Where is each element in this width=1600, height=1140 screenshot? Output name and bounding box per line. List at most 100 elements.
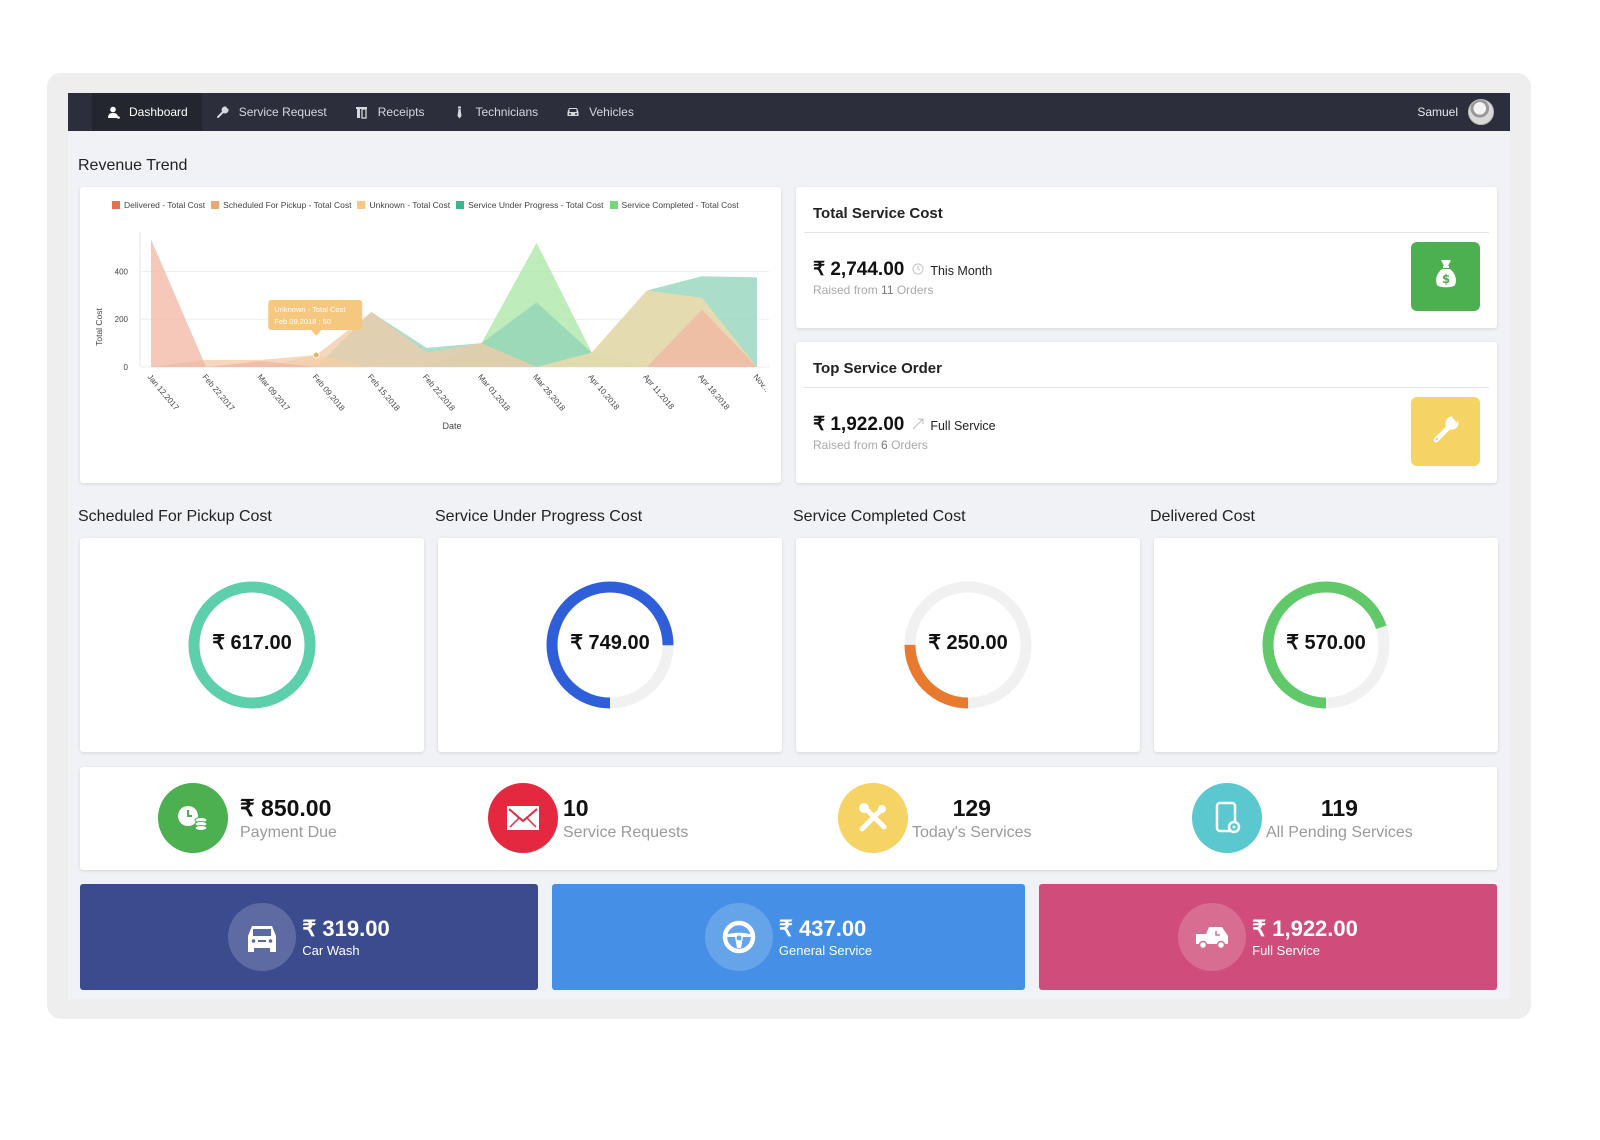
nav-item-technicians[interactable]: Technicians <box>438 93 552 131</box>
tooltip-series: Unknown - Total Cost <box>274 305 346 314</box>
service-card-full-service[interactable]: ₹ 1,922.00 Full Service <box>1039 884 1497 990</box>
orders-count: 6 <box>881 438 888 452</box>
sub-prefix: Raised from <box>813 438 878 452</box>
x-tick-label: Mar 09,2017 <box>256 373 292 414</box>
top-nav-bar: Dashboard Service Request Receipts Techn… <box>68 93 1510 131</box>
wrench-icon <box>216 105 230 119</box>
x-tick-label: Jan 12,2017 <box>145 373 181 413</box>
mail-icon <box>488 783 558 853</box>
donut-title-under-progress: Service Under Progress Cost <box>435 508 643 525</box>
stat-value: 129 <box>952 794 991 821</box>
x-tick-label: Feb 22,2017 <box>201 373 237 414</box>
stat-label: Service Requests <box>563 823 689 841</box>
divider <box>804 232 1489 233</box>
stat-label: Payment Due <box>240 823 337 841</box>
stat-value: ₹ 850.00 <box>240 794 332 821</box>
service-card-label: Car Wash <box>302 943 360 958</box>
service-card-general-service[interactable]: ₹ 437.00 General Service <box>552 884 1025 990</box>
van-icon <box>1178 903 1247 971</box>
donut-value: ₹ 749.00 <box>570 632 650 654</box>
wrench-badge <box>1411 397 1480 466</box>
donut-card-delivered: ₹ 570.00 <box>1154 538 1498 752</box>
avatar[interactable] <box>1468 99 1494 125</box>
stat-label: All Pending Services <box>1266 823 1413 841</box>
sub-suffix: Orders <box>891 438 928 452</box>
donut-card-under-progress: ₹ 749.00 <box>438 538 782 752</box>
user-name: Samuel <box>1417 105 1458 119</box>
service-card-value: ₹ 319.00 <box>302 916 390 941</box>
stats-card: ₹ 850.00 Payment Due 10 Service Requests… <box>80 767 1497 870</box>
car-icon <box>566 105 580 119</box>
donut-card-scheduled: ₹ 617.00 <box>80 538 424 752</box>
top-service-order-amount: ₹ 1,922.00 <box>813 414 905 435</box>
nav-label: Technicians <box>475 105 539 119</box>
x-tick-label: Feb 15,2018 <box>366 373 402 414</box>
donut-value: ₹ 250.00 <box>928 632 1008 654</box>
x-tick-label: Feb 09,2018 <box>311 373 347 414</box>
x-tick-label: Mar 28,2018 <box>531 373 567 414</box>
technician-icon <box>452 105 466 119</box>
x-tick-label: Feb 22,2018 <box>421 373 457 414</box>
clock-icon <box>912 263 924 278</box>
x-tick-label: Apr 10,2018 <box>586 373 621 413</box>
revenue-trend-card: Delivered - Total Cost Scheduled For Pick… <box>80 187 781 483</box>
service-card-value: ₹ 1,922.00 <box>1252 916 1358 941</box>
app-container: Dashboard Service Request Receipts Techn… <box>68 93 1510 999</box>
donut-value: ₹ 617.00 <box>212 632 292 654</box>
period-label: This Month <box>930 263 993 278</box>
y-tick-label: 0 <box>124 363 129 372</box>
y-tick-label: 200 <box>115 315 129 324</box>
total-service-cost-title: Total Service Cost <box>813 205 943 222</box>
x-tick-label: Apr 11,2018 <box>641 373 676 412</box>
nav-item-vehicles[interactable]: Vehicles <box>552 93 648 131</box>
mobile-settings-icon <box>1192 783 1262 853</box>
donut-card-completed: ₹ 250.00 <box>796 538 1140 752</box>
money-bag-icon: $ <box>1433 258 1459 295</box>
y-tick-label: 400 <box>115 267 129 276</box>
wrench-icon <box>1430 413 1462 450</box>
orders-count: 11 <box>881 283 894 297</box>
tools-icon <box>838 783 908 853</box>
donut-title-scheduled: Scheduled For Pickup Cost <box>78 508 272 525</box>
service-card-car-wash[interactable]: ₹ 319.00 Car Wash <box>80 884 538 990</box>
receipt-icon <box>355 105 369 119</box>
service-card-label: General Service <box>778 943 873 958</box>
steering-wheel-icon <box>704 903 773 971</box>
stat-payment-due[interactable]: ₹ 850.00 Payment Due <box>158 783 337 853</box>
revenue-trend-chart: 0 200 400 Total Cost Jan 12,2017 Feb 22,2017 M… <box>94 232 771 431</box>
payment-clock-icon <box>158 783 228 853</box>
stat-label: Today's Services <box>912 823 1032 841</box>
x-axis-label: Date <box>442 421 461 431</box>
user-icon <box>106 105 120 119</box>
svg-text:$: $ <box>1441 272 1449 286</box>
stat-all-pending-services[interactable]: 119 All Pending Services <box>1192 783 1413 853</box>
y-axis-label: Total Cost <box>94 307 104 345</box>
top-service-order-card: Top Service Order ₹ 1,922.00 Full Servic… <box>796 342 1497 483</box>
x-tick-label: Nov... <box>751 373 771 394</box>
service-label: Full Service <box>930 418 996 433</box>
stat-value: 10 <box>563 794 589 821</box>
nav-label: Receipts <box>377 105 425 119</box>
donut-value: ₹ 570.00 <box>1286 632 1366 654</box>
nav-item-service-request[interactable]: Service Request <box>202 93 341 131</box>
nav-item-dashboard[interactable]: Dashboard <box>92 93 202 131</box>
sub-prefix: Raised from <box>813 283 878 297</box>
x-tick-label: Apr 18,2018 <box>696 373 731 413</box>
car-icon <box>228 903 297 971</box>
revenue-trend-title: Revenue Trend <box>78 157 188 174</box>
stat-todays-services[interactable]: 129 Today's Services <box>838 783 1032 853</box>
user-menu[interactable]: Samuel <box>1417 99 1510 125</box>
nav-label: Service Request <box>238 105 327 119</box>
nav-item-receipts[interactable]: Receipts <box>341 93 439 131</box>
service-card-value: ₹ 437.00 <box>778 916 867 941</box>
divider <box>804 387 1489 388</box>
orders-raised-text: Raised from 11 Orders <box>813 283 934 297</box>
nav-label: Vehicles <box>589 105 634 119</box>
total-service-cost-amount: ₹ 2,744.00 <box>813 259 905 280</box>
donut-title-completed: Service Completed Cost <box>793 508 966 525</box>
money-bag-badge: $ <box>1411 242 1480 311</box>
x-tick-label: Mar 01,2018 <box>476 373 512 414</box>
sub-suffix: Orders <box>896 283 934 297</box>
total-service-cost-card: Total Service Cost ₹ 2,744.00 This Month… <box>796 187 1497 328</box>
stat-service-requests[interactable]: 10 Service Requests <box>488 783 688 853</box>
